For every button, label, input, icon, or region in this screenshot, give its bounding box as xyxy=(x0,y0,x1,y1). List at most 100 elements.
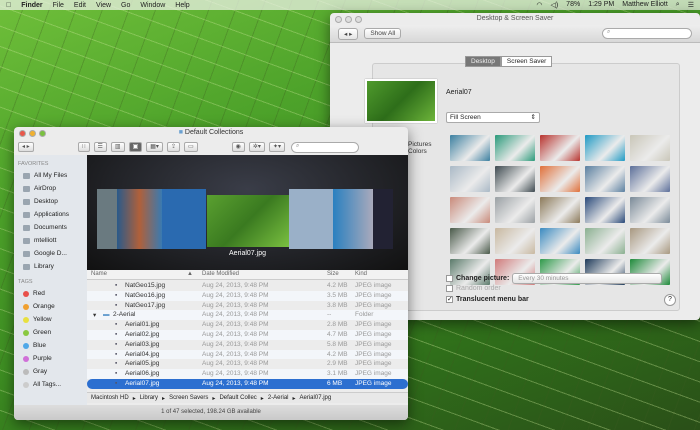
wallpaper-thumbnail[interactable] xyxy=(630,135,670,161)
menu-edit[interactable]: Edit xyxy=(74,2,86,9)
spotlight-icon[interactable]: ⌕ xyxy=(676,1,680,9)
tag-item[interactable]: Gray xyxy=(18,365,83,378)
arrange-button[interactable]: ▦▾ xyxy=(146,142,163,152)
tag-item[interactable]: All Tags... xyxy=(18,378,83,391)
wallpaper-thumbnail[interactable] xyxy=(540,228,580,254)
cover-card[interactable] xyxy=(117,189,162,249)
battery-status[interactable]: 78% xyxy=(566,1,580,9)
file-row[interactable]: ▪ Aerial04.jpg Aug 24, 2013, 9:48 PM 4.2 MB… xyxy=(87,349,408,360)
source-colors[interactable]: Colors xyxy=(408,148,431,155)
menu-go[interactable]: Go xyxy=(121,2,130,9)
change-picture-checkbox[interactable] xyxy=(446,275,453,282)
quick-look-icon[interactable]: ◉ xyxy=(231,142,245,152)
cover-card[interactable] xyxy=(289,189,333,249)
dropbox-icon[interactable]: ✦▾ xyxy=(268,142,285,152)
path-item[interactable]: Aerial07.jpg xyxy=(300,395,332,401)
share-icon[interactable]: ⇪ xyxy=(166,142,180,152)
tag-item[interactable]: Blue xyxy=(18,339,83,352)
tag-item[interactable]: Orange xyxy=(18,300,83,313)
view-icon-button[interactable]: ∷ xyxy=(77,142,90,152)
file-row[interactable]: ▪ Aerial02.jpg Aug 24, 2013, 9:48 PM 4.7 MB… xyxy=(87,329,408,340)
file-row[interactable]: ▪ Aerial05.jpg Aug 24, 2013, 9:48 PM 2.9 MB… xyxy=(87,359,408,369)
wallpaper-thumbnail[interactable] xyxy=(495,228,535,254)
view-list-button[interactable]: ☰ xyxy=(93,142,107,152)
wallpaper-thumbnail[interactable] xyxy=(450,135,490,161)
action-gear-icon[interactable]: ✲▾ xyxy=(248,142,265,152)
cover-flow[interactable]: Aerial07.jpg xyxy=(87,155,408,270)
menu-file[interactable]: File xyxy=(53,2,64,9)
cover-card-selected[interactable] xyxy=(207,195,289,247)
wallpaper-thumbnail[interactable] xyxy=(630,197,670,223)
disclosure-triangle[interactable]: ▾ xyxy=(93,311,96,319)
random-order-checkbox[interactable] xyxy=(446,285,453,292)
search-input[interactable]: ⌕ xyxy=(291,141,359,153)
view-coverflow-button[interactable]: ▣ xyxy=(128,142,143,152)
back-forward-buttons[interactable]: ◂ ▸ xyxy=(338,27,359,40)
tab-screen-saver[interactable]: Screen Saver xyxy=(500,56,553,67)
show-all-button[interactable]: Show All xyxy=(364,28,402,39)
column-size[interactable]: Size xyxy=(327,271,339,277)
translucent-checkbox[interactable]: ✓ xyxy=(446,296,453,303)
clock[interactable]: 1:29 PM xyxy=(588,1,614,9)
path-item[interactable]: Default Collec xyxy=(219,395,256,401)
sidebar-item[interactable]: All My Files xyxy=(18,169,83,182)
wallpaper-thumbnail[interactable] xyxy=(540,166,580,192)
path-item[interactable]: Screen Savers xyxy=(169,395,208,401)
wallpaper-thumbnail[interactable] xyxy=(495,166,535,192)
wallpaper-thumbnail[interactable] xyxy=(540,197,580,223)
tag-item[interactable]: Yellow xyxy=(18,313,83,326)
folder-row[interactable]: ▾ ▬ 2-Aerial Aug 24, 2013, 9:48 PM -- Folder xyxy=(87,310,408,321)
cover-card[interactable] xyxy=(333,189,373,249)
fit-select[interactable]: Fill Screen xyxy=(446,112,540,123)
menu-finder[interactable]: Finder xyxy=(21,2,42,9)
file-row[interactable]: ▪ Aerial01.jpg Aug 24, 2013, 9:48 PM 2.8 MB… xyxy=(87,320,408,330)
sidebar-item[interactable]: Desktop xyxy=(18,195,83,208)
path-item[interactable]: 2-Aerial xyxy=(268,395,289,401)
column-kind[interactable]: Kind xyxy=(355,271,367,277)
tag-item[interactable]: Purple xyxy=(18,352,83,365)
file-row[interactable]: ▪ NatGeo17.jpg Aug 24, 2013, 9:48 PM 3.8 MB… xyxy=(87,301,408,311)
column-name[interactable]: Name xyxy=(91,271,107,277)
back-forward-buttons[interactable]: ◂ ▸ xyxy=(18,142,34,152)
file-row[interactable]: ▪ Aerial03.jpg Aug 24, 2013, 9:48 PM 5.8 MB… xyxy=(87,340,408,350)
wallpaper-thumbnail[interactable] xyxy=(585,135,625,161)
apple-menu-icon[interactable]:  xyxy=(6,2,11,9)
user-name[interactable]: Matthew Elliott xyxy=(622,1,668,9)
wallpaper-thumbnail[interactable] xyxy=(495,197,535,223)
sidebar-item[interactable]: Google D... xyxy=(18,247,83,260)
wallpaper-thumbnail[interactable] xyxy=(495,135,535,161)
wallpaper-thumbnail[interactable] xyxy=(630,228,670,254)
wallpaper-thumbnail[interactable] xyxy=(450,197,490,223)
column-date[interactable]: Date Modified xyxy=(202,271,239,277)
sidebar-item[interactable]: Library xyxy=(18,260,83,273)
help-button[interactable]: ? xyxy=(664,294,676,306)
cover-card[interactable] xyxy=(373,189,393,249)
path-item[interactable]: Library xyxy=(140,395,158,401)
cover-card[interactable] xyxy=(97,189,117,249)
wallpaper-thumbnail[interactable] xyxy=(585,228,625,254)
wallpaper-thumbnail[interactable] xyxy=(585,197,625,223)
search-input[interactable]: ⌕ xyxy=(602,28,692,39)
wallpaper-thumbnail[interactable] xyxy=(450,228,490,254)
wallpaper-thumbnail[interactable] xyxy=(450,166,490,192)
source-pictures[interactable]: Pictures xyxy=(408,141,431,148)
tag-item[interactable]: Red xyxy=(18,287,83,300)
notification-center-icon[interactable]: ☰ xyxy=(688,1,694,9)
interval-select[interactable]: Every 30 minutes xyxy=(512,273,663,284)
wallpaper-thumbnail[interactable] xyxy=(630,166,670,192)
menu-window[interactable]: Window xyxy=(140,2,165,9)
tab-desktop[interactable]: Desktop xyxy=(465,56,501,67)
sidebar-item[interactable]: Documents xyxy=(18,221,83,234)
sidebar-item[interactable]: mtelliott xyxy=(18,234,83,247)
file-row[interactable]: ▪ NatGeo16.jpg Aug 24, 2013, 9:48 PM 3.5 MB… xyxy=(87,290,408,301)
file-row[interactable]: ▪ Aerial07.jpg Aug 24, 2013, 9:48 PM 6 MB JP… xyxy=(87,378,408,389)
tag-item[interactable]: Green xyxy=(18,326,83,339)
wifi-icon[interactable]: ◠ xyxy=(536,1,542,9)
sidebar-item[interactable]: AirDrop xyxy=(18,182,83,195)
wallpaper-thumbnail[interactable] xyxy=(540,135,580,161)
cover-card[interactable] xyxy=(162,189,206,249)
volume-icon[interactable]: ◁) xyxy=(550,1,558,9)
tags-icon[interactable]: ▭ xyxy=(183,142,198,152)
file-row[interactable]: ▪ NatGeo15.jpg Aug 24, 2013, 9:48 PM 4.2 MB… xyxy=(87,281,408,291)
wallpaper-thumbnail[interactable] xyxy=(585,166,625,192)
